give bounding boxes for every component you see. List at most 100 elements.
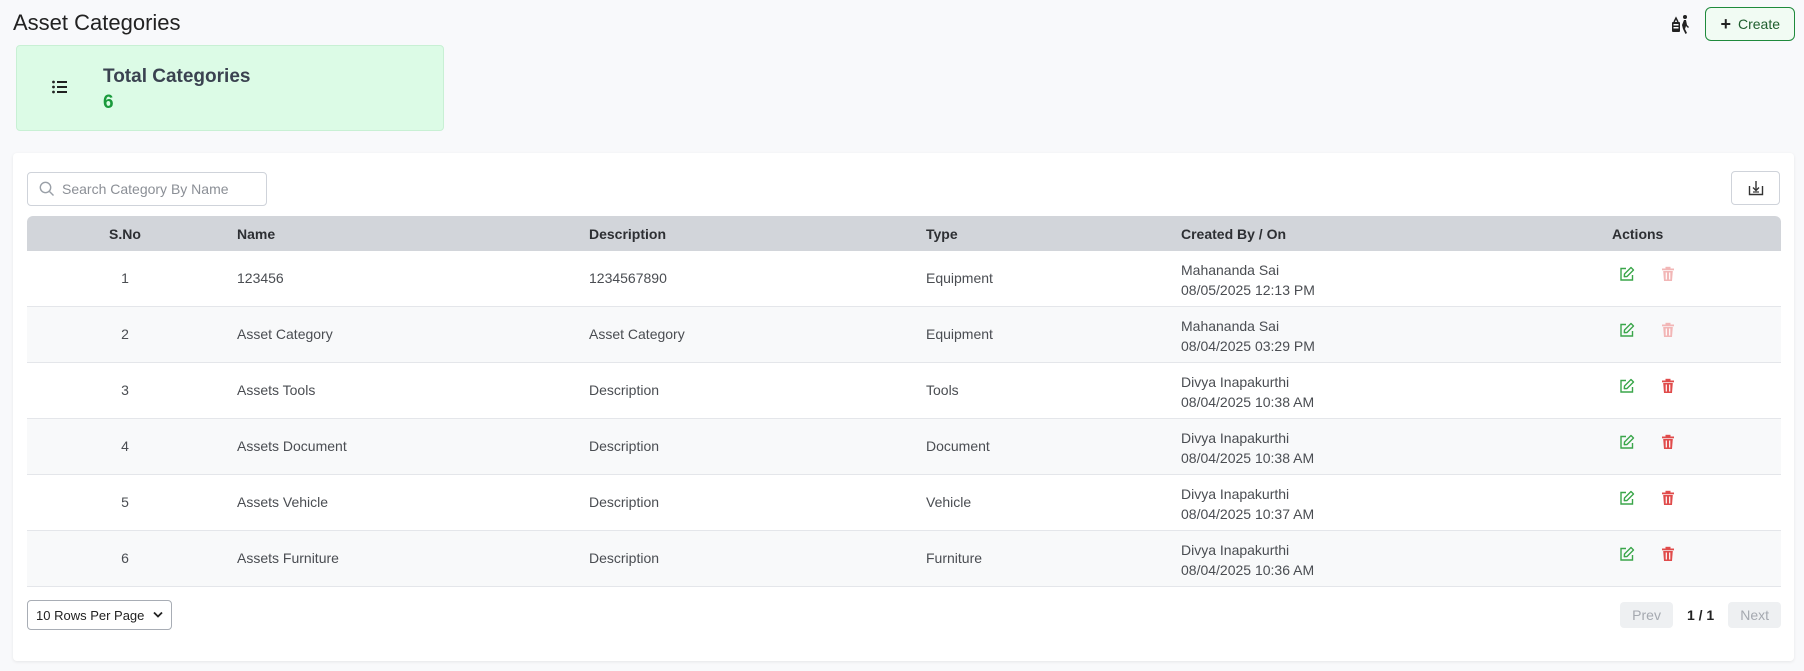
created-by: Mahananda Sai — [1181, 318, 1280, 334]
header-actions: Actions — [1612, 226, 1664, 242]
cell-created: Divya Inapakurthi 08/04/2025 10:36 AM — [1181, 540, 1314, 580]
edit-button[interactable] — [1619, 266, 1635, 285]
create-button[interactable]: + Create — [1705, 7, 1795, 41]
table-header: S.No Name Description Type Created By / … — [27, 216, 1781, 251]
cell-sno: 3 — [121, 382, 129, 398]
cell-type: Equipment — [926, 326, 993, 342]
cell-type: Equipment — [926, 270, 993, 286]
table-row: 2 Asset Category Asset Category Equipmen… — [27, 307, 1781, 363]
total-categories-card: Total Categories 6 — [16, 45, 444, 131]
reset-filter-button[interactable] — [1667, 10, 1695, 38]
cell-type: Document — [926, 438, 990, 454]
top-actions: + Create — [1667, 7, 1795, 41]
delete-button[interactable] — [1661, 266, 1675, 285]
rows-per-page-select[interactable]: 10 Rows Per Page — [27, 600, 172, 630]
edit-button[interactable] — [1619, 546, 1635, 565]
created-by: Mahananda Sai — [1181, 262, 1280, 278]
cell-sno: 2 — [121, 326, 129, 342]
categories-table: S.No Name Description Type Created By / … — [27, 216, 1781, 587]
cell-created: Divya Inapakurthi 08/04/2025 10:38 AM — [1181, 428, 1314, 468]
trash-icon — [1662, 490, 1674, 505]
cell-name: Assets Tools — [237, 382, 316, 398]
header-description: Description — [589, 226, 667, 242]
cell-type: Tools — [926, 382, 959, 398]
header-name: Name — [237, 226, 276, 242]
categories-panel: S.No Name Description Type Created By / … — [13, 153, 1794, 661]
cell-description: Description — [589, 382, 660, 398]
next-button[interactable]: Next — [1728, 602, 1781, 628]
edit-icon — [1620, 378, 1635, 393]
edit-icon — [1620, 434, 1635, 449]
prev-button[interactable]: Prev — [1620, 602, 1673, 628]
edit-button[interactable] — [1619, 378, 1635, 397]
cell-name: Asset Category — [237, 326, 333, 342]
cell-description: Description — [589, 438, 660, 454]
cell-created: Mahananda Sai 08/04/2025 03:29 PM — [1181, 316, 1315, 356]
cell-name: Assets Vehicle — [237, 494, 329, 510]
trash-icon — [1662, 322, 1674, 337]
created-on: 08/05/2025 12:13 PM — [1181, 282, 1315, 298]
create-button-label: Create — [1737, 16, 1780, 32]
edit-button[interactable] — [1619, 434, 1635, 453]
delete-button[interactable] — [1661, 546, 1675, 565]
created-on: 08/04/2025 10:36 AM — [1181, 562, 1315, 578]
edit-icon — [1620, 490, 1635, 505]
cell-name: Assets Furniture — [237, 550, 339, 566]
cell-created: Mahananda Sai 08/05/2025 12:13 PM — [1181, 260, 1315, 300]
cell-description: Asset Category — [589, 326, 685, 342]
edit-icon — [1620, 322, 1635, 337]
cell-name: 123456 — [237, 270, 284, 286]
cell-description: Description — [589, 494, 660, 510]
reset-filter-icon — [1672, 15, 1690, 34]
created-on: 08/04/2025 10:37 AM — [1181, 506, 1315, 522]
delete-button[interactable] — [1661, 490, 1675, 509]
created-on: 08/04/2025 03:29 PM — [1181, 338, 1315, 354]
trash-icon — [1662, 546, 1674, 561]
edit-button[interactable] — [1619, 322, 1635, 341]
list-icon — [52, 80, 67, 94]
cell-created: Divya Inapakurthi 08/04/2025 10:37 AM — [1181, 484, 1314, 524]
search-box — [27, 172, 267, 206]
edit-button[interactable] — [1619, 490, 1635, 509]
cell-created: Divya Inapakurthi 08/04/2025 10:38 AM — [1181, 372, 1314, 412]
search-icon — [39, 181, 54, 196]
stat-label: Total Categories — [103, 66, 251, 87]
cell-name: Assets Document — [237, 438, 347, 454]
edit-icon — [1620, 546, 1635, 561]
download-button[interactable] — [1731, 171, 1780, 205]
plus-icon: + — [1720, 14, 1731, 34]
cell-sno: 6 — [121, 550, 129, 566]
table-row: 1 123456 1234567890 Equipment Mahananda … — [27, 251, 1781, 307]
header-sno: S.No — [109, 226, 141, 242]
created-by: Divya Inapakurthi — [1181, 430, 1290, 446]
header-created: Created By / On — [1181, 226, 1287, 242]
delete-button[interactable] — [1661, 434, 1675, 453]
created-on: 08/04/2025 10:38 AM — [1181, 450, 1315, 466]
chevron-down-icon — [153, 611, 163, 618]
table-body: 1 123456 1234567890 Equipment Mahananda … — [27, 251, 1781, 587]
trash-icon — [1662, 434, 1674, 449]
table-row: 5 Assets Vehicle Description Vehicle Div… — [27, 475, 1781, 531]
page-title: Asset Categories — [13, 10, 181, 35]
delete-button[interactable] — [1661, 322, 1675, 341]
download-icon — [1748, 181, 1763, 196]
trash-icon — [1662, 266, 1674, 281]
cell-type: Vehicle — [926, 494, 972, 510]
header-type: Type — [926, 226, 958, 242]
table-row: 6 Assets Furniture Description Furniture… — [27, 531, 1781, 587]
cell-sno: 5 — [121, 494, 129, 510]
cell-description: 1234567890 — [589, 270, 667, 286]
cell-description: Description — [589, 550, 660, 566]
table-row: 3 Assets Tools Description Tools Divya I… — [27, 363, 1781, 419]
trash-icon — [1662, 378, 1674, 393]
delete-button[interactable] — [1661, 378, 1675, 397]
rows-per-page-value: 10 Rows Per Page — [36, 607, 145, 623]
pagination: Prev 1 / 1 Next — [1620, 602, 1781, 628]
cell-sno: 1 — [121, 270, 129, 286]
cell-type: Furniture — [926, 550, 983, 566]
created-on: 08/04/2025 10:38 AM — [1181, 394, 1315, 410]
cell-sno: 4 — [121, 438, 129, 454]
table-row: 4 Assets Document Description Document D… — [27, 419, 1781, 475]
search-input[interactable] — [62, 181, 252, 197]
created-by: Divya Inapakurthi — [1181, 374, 1290, 390]
